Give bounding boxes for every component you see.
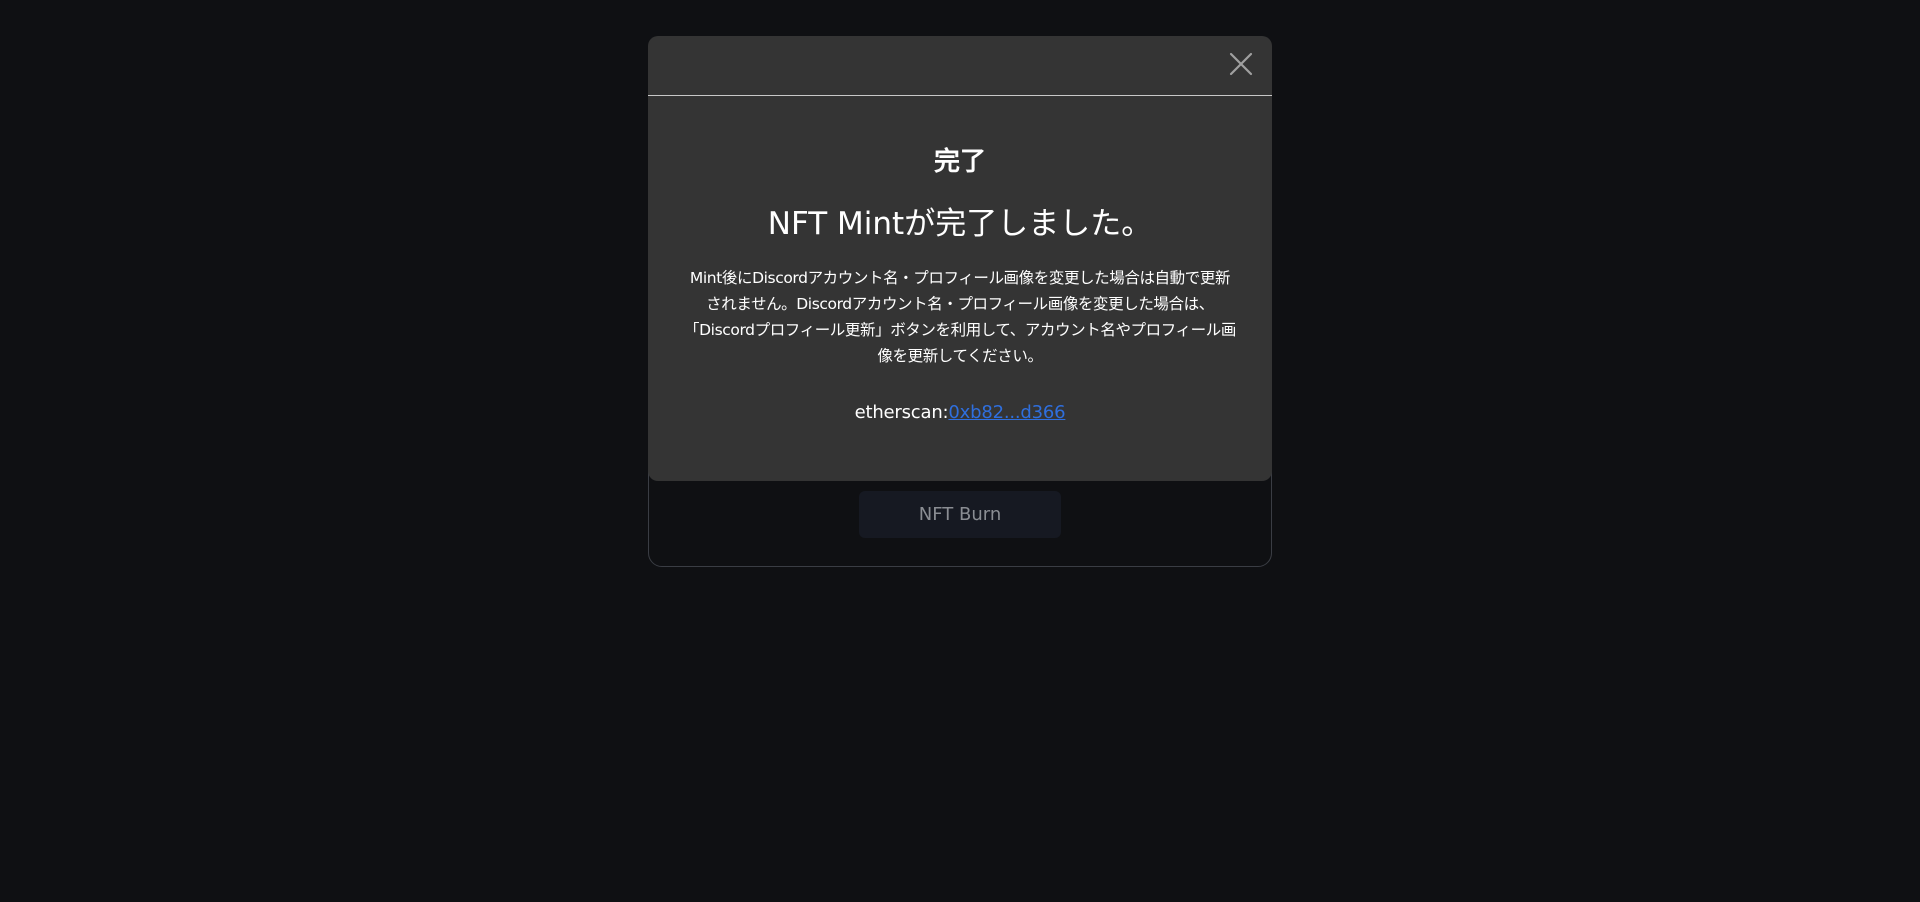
notice-text: Mint後にDiscordアカウント名・プロフィール画像を変更した場合は自動で更… (684, 269, 1236, 365)
modal-header (648, 36, 1272, 96)
completion-modal: 完了 NFT Mintが完了しました。 Mint後にDiscordアカウント名・… (648, 36, 1272, 481)
close-button[interactable] (1226, 49, 1256, 79)
nft-burn-button[interactable]: NFT Burn (859, 491, 1061, 538)
modal-title: 完了 (933, 147, 986, 177)
modal-headline: NFT Mintが完了しました。 (767, 206, 1153, 242)
close-icon (1229, 52, 1253, 76)
etherscan-line: etherscan:0xb82...d366 (648, 400, 1272, 426)
modal-body: 完了 NFT Mintが完了しました。 Mint後にDiscordアカウント名・… (648, 96, 1272, 426)
etherscan-link[interactable]: 0xb82...d366 (948, 402, 1065, 423)
etherscan-label: etherscan: (854, 402, 949, 423)
